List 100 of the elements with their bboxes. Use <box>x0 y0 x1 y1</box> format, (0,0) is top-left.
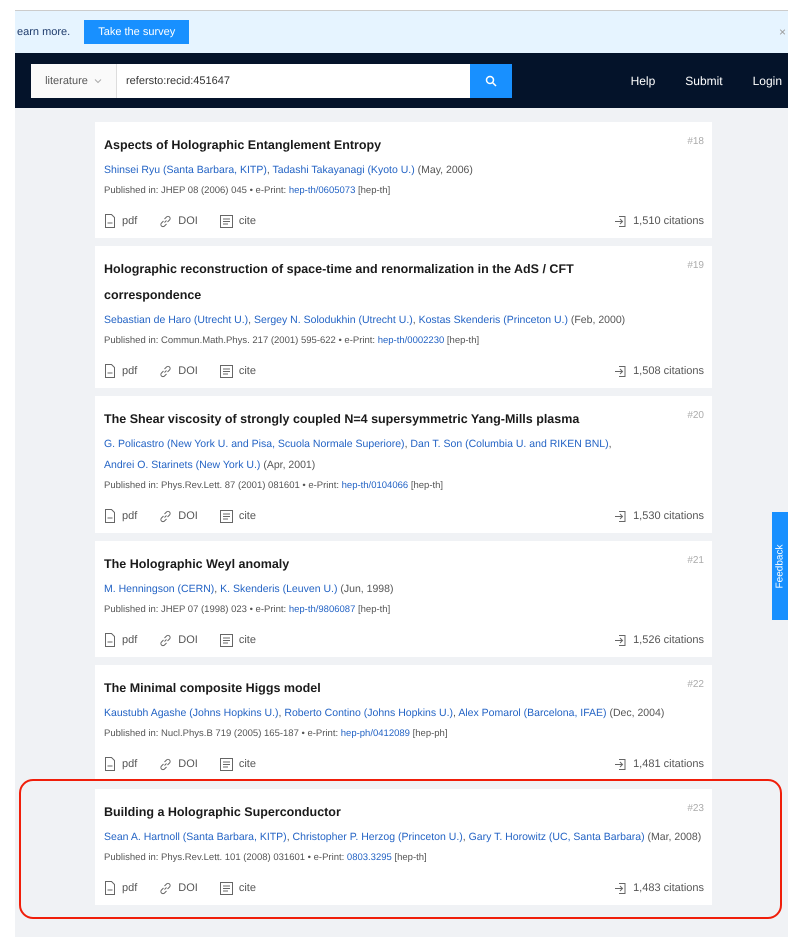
action-button[interactable]: cite <box>220 364 256 378</box>
action-button[interactable]: pdf <box>104 509 138 523</box>
result-number: #19 <box>687 259 704 273</box>
file-icon <box>104 757 116 771</box>
action-button[interactable]: pdf <box>104 364 138 378</box>
result-number: #18 <box>687 135 704 149</box>
publication-info: Published in: Phys.Rev.Lett. 101 (2008) 031601 • e-Print: 0803.3295 [hep-th] <box>104 851 428 865</box>
citation-icon <box>614 214 628 228</box>
author-link[interactable]: Tadashi Takayanagi (Kyoto U.) <box>272 164 415 176</box>
citations-link[interactable]: 1,483 citations <box>614 882 704 894</box>
result-title[interactable]: Holographic reconstruction of space-time and renormalization in the AdS / CFT correspondence <box>104 256 638 308</box>
author-link[interactable]: G. Policastro (New York U. and Pisa, Scuola Normale Superiore) <box>104 438 405 450</box>
link-icon <box>159 882 172 894</box>
list-icon <box>220 510 233 522</box>
action-button[interactable]: cite <box>220 510 256 522</box>
publication-info: Published in: Phys.Rev.Lett. 87 (2001) 081601 • e-Print: hep-th/0104066 [hep-th] <box>104 479 444 493</box>
action-button[interactable]: DOI <box>159 364 198 378</box>
citations-link[interactable]: 1,526 citations <box>614 634 704 646</box>
search-button[interactable] <box>470 64 512 98</box>
author-list: Shinsei Ryu (Santa Barbara, KITP), Tadashi Takayanagi (Kyoto U.) (May, 2006) <box>104 160 704 181</box>
action-button[interactable]: pdf <box>104 214 138 228</box>
eprint-link[interactable]: 0803.3295 <box>346 852 392 863</box>
author-link[interactable]: Alex Pomarol (Barcelona, IFAE) <box>458 707 607 719</box>
nav-link[interactable]: Help <box>630 74 656 88</box>
file-icon <box>104 214 116 228</box>
collection-select[interactable]: literature <box>31 64 117 98</box>
citation-icon <box>614 364 628 378</box>
link-icon <box>159 214 172 228</box>
nav-link[interactable]: Login <box>752 74 782 88</box>
author-link[interactable]: K. Skenderis (Leuven U.) <box>220 583 338 595</box>
author-link[interactable]: Gary T. Horowitz (UC, Santa Barbara) <box>468 831 645 843</box>
file-icon <box>104 509 116 523</box>
action-button[interactable]: cite <box>220 758 256 770</box>
author-link[interactable]: Dan T. Son (Columbia U. and RIKEN BNL) <box>410 438 609 450</box>
citation-icon <box>614 882 628 894</box>
publication-info: Published in: JHEP 08 (2006) 045 • e-Print: hep-th/0605073 [hep-th] <box>104 184 392 198</box>
citations-link[interactable]: 1,530 citations <box>614 510 704 522</box>
citation-icon <box>614 758 628 770</box>
action-button[interactable]: DOI <box>159 214 198 228</box>
result-title[interactable]: Building a Holographic Superconductor <box>104 799 638 825</box>
result-number: #21 <box>687 554 704 568</box>
result-number: #20 <box>687 409 704 423</box>
citation-icon <box>614 510 628 522</box>
file-icon <box>104 881 116 895</box>
publication-info: Published in: Commun.Math.Phys. 217 (2001) 595-622 • e-Print: hep-th/0002230 [hep-th] <box>104 334 480 348</box>
result-title[interactable]: The Shear viscosity of strongly coupled N=4 supersymmetric Yang-Mills plasma <box>104 406 638 432</box>
author-link[interactable]: M. Henningson (CERN) <box>104 583 214 595</box>
action-button[interactable]: pdf <box>104 757 138 771</box>
result-title[interactable]: Aspects of Holographic Entanglement Entropy <box>104 132 638 158</box>
eprint-link[interactable]: hep-th/0104066 <box>342 480 408 491</box>
file-icon <box>104 364 116 378</box>
action-button[interactable]: cite <box>220 634 256 646</box>
banner-text: earn more. <box>17 26 70 38</box>
author-list: G. Policastro (New York U. and Pisa, Scuola Normale Superiore), Dan T. Son (Columbia U. and RIKEN BNL), Andrei O. Starinets (New York U.) (Apr, 2001) <box>104 434 704 476</box>
link-icon <box>159 364 172 378</box>
citations-link[interactable]: 1,481 citations <box>614 758 704 770</box>
author-link[interactable]: Sergey N. Solodukhin (Utrecht U.) <box>254 314 413 326</box>
author-link[interactable]: Shinsei Ryu (Santa Barbara, KITP) <box>104 164 267 176</box>
list-icon <box>220 634 233 646</box>
action-button[interactable]: pdf <box>104 633 138 647</box>
result-title[interactable]: The Holographic Weyl anomaly <box>104 551 638 577</box>
action-button[interactable]: DOI <box>159 882 198 894</box>
list-icon <box>220 882 233 894</box>
link-icon <box>159 634 172 646</box>
citations-link[interactable]: 1,508 citations <box>614 364 704 378</box>
publication-info: Published in: JHEP 07 (1998) 023 • e-Print: hep-th/9806087 [hep-th] <box>104 603 392 617</box>
citations-link[interactable]: 1,510 citations <box>614 214 704 228</box>
link-icon <box>159 758 172 770</box>
eprint-link[interactable]: hep-th/0002230 <box>378 335 444 346</box>
action-button[interactable]: cite <box>220 882 256 894</box>
search-field[interactable]: refersto:recid:451647 <box>117 64 470 98</box>
author-link[interactable]: Andrei O. Starinets (New York U.) <box>104 459 260 471</box>
action-button[interactable]: DOI <box>159 510 198 522</box>
action-button[interactable]: DOI <box>159 758 198 770</box>
author-list: Sean A. Hartnoll (Santa Barbara, KITP), Christopher P. Herzog (Princeton U.), Gary T. Horowitz (UC, Santa Barbara) (Mar, 2008) <box>104 827 704 848</box>
publication-info: Published in: Nucl.Phys.B 719 (2005) 165-187 • e-Print: hep-ph/0412089 [hep-ph] <box>104 727 448 741</box>
chevron-icon <box>94 78 102 84</box>
list-icon <box>220 214 233 228</box>
list-icon <box>220 364 233 378</box>
author-link[interactable]: Roberto Contino (Johns Hopkins U.) <box>284 707 454 719</box>
author-link[interactable]: Sebastian de Haro (Utrecht U.) <box>104 314 248 326</box>
author-list: M. Henningson (CERN), K. Skenderis (Leuven U.) (Jun, 1998) <box>104 579 704 600</box>
author-link[interactable]: Kostas Skenderis (Princeton U.) <box>418 314 568 326</box>
eprint-link[interactable]: hep-ph/0412089 <box>340 728 410 739</box>
eprint-link[interactable]: hep-th/9806087 <box>288 604 356 615</box>
link-icon <box>159 510 172 522</box>
nav-link[interactable]: Submit <box>685 74 723 88</box>
list-icon <box>220 758 233 770</box>
action-button[interactable]: pdf <box>104 881 138 895</box>
action-button[interactable]: cite <box>220 214 256 228</box>
file-icon <box>104 633 116 647</box>
author-link[interactable]: Kaustubh Agashe (Johns Hopkins U.) <box>104 707 279 719</box>
author-link[interactable]: Sean A. Hartnoll (Santa Barbara, KITP) <box>104 831 287 843</box>
author-link[interactable]: Christopher P. Herzog (Princeton U.) <box>292 831 463 843</box>
result-number: #23 <box>687 802 704 816</box>
result-title[interactable]: The Minimal composite Higgs model <box>104 675 638 701</box>
result-number: #22 <box>687 678 704 692</box>
eprint-link[interactable]: hep-th/0605073 <box>288 185 356 196</box>
action-button[interactable]: DOI <box>159 634 198 646</box>
citation-icon <box>614 634 628 646</box>
